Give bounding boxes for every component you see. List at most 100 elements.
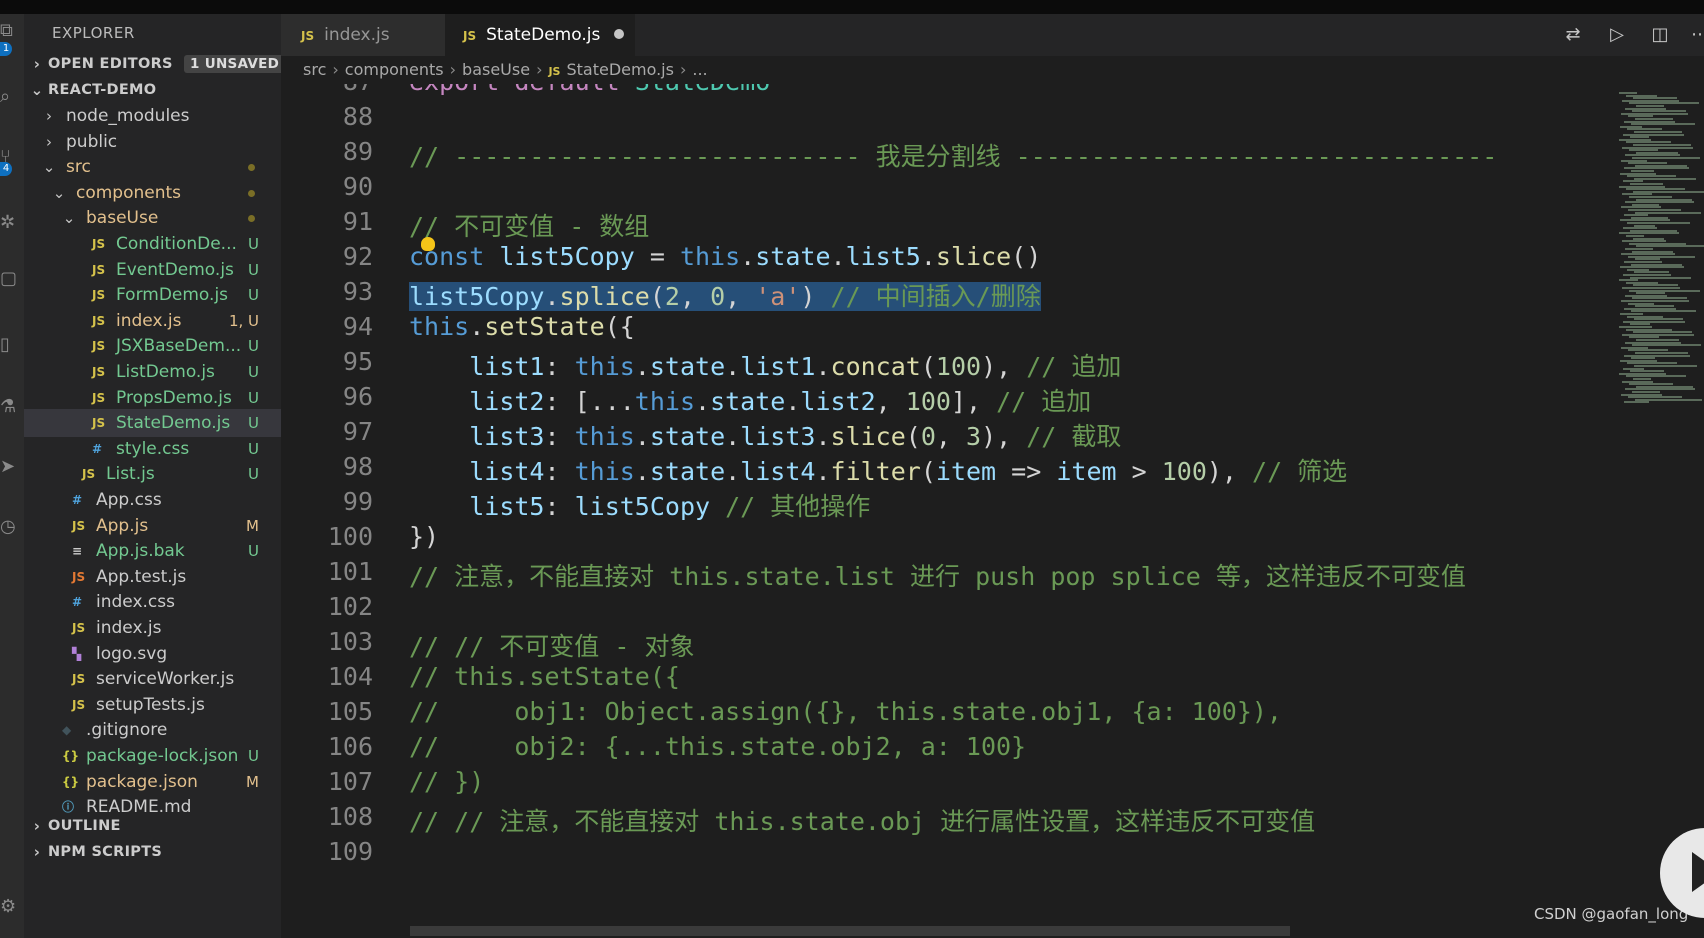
- more-actions-icon[interactable]: ⋯: [1689, 24, 1704, 46]
- line-number: 106: [327, 732, 373, 761]
- remote-icon[interactable]: ▯: [0, 332, 24, 358]
- breadcrumb-src[interactable]: src: [303, 60, 326, 79]
- code-line[interactable]: list2: [...this.state.list2, 100], // 追加: [409, 382, 1091, 418]
- tree-item[interactable]: JS serviceWorker.js: [24, 665, 281, 693]
- tree-item-label: List.js: [106, 464, 155, 485]
- explorer-sidebar: EXPLORER › OPEN EDITORS 1 UNSAVED ⌄ REAC…: [24, 14, 281, 938]
- live-share-icon[interactable]: ➤: [0, 454, 24, 480]
- js-file-icon: JS: [92, 313, 106, 328]
- tree-item[interactable]: ▚ logo.svg: [24, 640, 281, 668]
- git-status-badge: U: [248, 388, 259, 407]
- tree-item[interactable]: JS index.js: [24, 614, 281, 642]
- tree-item[interactable]: › node_modules: [24, 102, 281, 130]
- chevron-right-icon: ›: [46, 107, 52, 125]
- tree-item[interactable]: JS EventDemo.js U: [24, 256, 281, 284]
- split-editor-icon[interactable]: ◫: [1649, 24, 1671, 46]
- line-number: 102: [327, 592, 373, 621]
- tree-item[interactable]: ≡ App.js.bak U: [24, 537, 281, 565]
- code-line[interactable]: const list5Copy = this.state.list5.slice…: [409, 242, 1041, 271]
- code-line[interactable]: list3: this.state.list3.slice(0, 3), // …: [409, 417, 1121, 453]
- tree-item[interactable]: JS ConditionDe... U: [24, 230, 281, 258]
- code-line[interactable]: list4: this.state.list4.filter(item => i…: [409, 452, 1347, 488]
- code-line[interactable]: list5Copy.splice(2, 0, 'a') // 中间插入/删除: [409, 277, 1041, 313]
- git-status-badge: M: [246, 772, 259, 791]
- project-section[interactable]: ⌄ REACT-DEMO: [24, 76, 281, 104]
- tree-item[interactable]: ⌄ baseUse: [24, 204, 281, 232]
- tree-item-label: App.js.bak: [96, 541, 185, 562]
- code-line[interactable]: // --------------------------- 我是分割线 ---…: [409, 137, 1497, 173]
- tree-item[interactable]: # index.css: [24, 588, 281, 616]
- lightbulb-icon[interactable]: [421, 237, 435, 251]
- code-line[interactable]: }): [409, 522, 439, 551]
- tree-item[interactable]: JS FormDemo.js U: [24, 281, 281, 309]
- watermark: CSDN @gaofan_long: [1534, 905, 1689, 923]
- tree-item[interactable]: # App.css: [24, 486, 281, 514]
- breadcrumb-baseuse[interactable]: baseUse: [462, 60, 530, 79]
- tab-statedemo-js[interactable]: JS StateDemo.js: [445, 14, 635, 56]
- code-line[interactable]: // // 注意，不能直接对 this.state.obj 进行属性设置，这样违…: [409, 802, 1315, 838]
- tree-item-label: index.css: [96, 592, 175, 613]
- code-line[interactable]: // // 不可变值 - 对象: [409, 627, 694, 663]
- css-file-icon: #: [72, 493, 83, 507]
- code-line[interactable]: // this.setState({: [409, 662, 680, 691]
- open-editors-section[interactable]: › OPEN EDITORS 1 UNSAVED: [24, 50, 281, 78]
- tree-item[interactable]: {} package-lock.json U: [24, 742, 281, 770]
- tree-item[interactable]: JS setupTests.js: [24, 691, 281, 719]
- testing-icon[interactable]: ⚗: [0, 394, 24, 420]
- tree-item[interactable]: JS JSXBaseDem... U: [24, 332, 281, 360]
- tree-item[interactable]: JS index.js 1, U: [24, 307, 281, 335]
- debug-icon[interactable]: ✲: [0, 210, 24, 236]
- activity-bar: ⧉ 1 ⌕ ⑂ 4 ✲ ▢ ▯ ⚗ ➤ ◷ ⚙: [0, 14, 24, 938]
- tab-index-js[interactable]: JS index.js: [281, 14, 445, 56]
- code-line[interactable]: // 注意，不能直接对 this.state.list 进行 push pop …: [409, 557, 1466, 593]
- tree-item-label: ListDemo.js: [116, 362, 215, 382]
- explorer-icon[interactable]: ⧉: [0, 18, 24, 44]
- minimap[interactable]: [1611, 84, 1704, 938]
- git-status-badge: U: [248, 286, 259, 305]
- js-file-icon: JS: [82, 467, 96, 482]
- code-line[interactable]: // 不可变值 - 数组: [409, 207, 649, 243]
- timeline-icon[interactable]: ◷: [0, 514, 24, 540]
- tree-item[interactable]: {} package.json M: [24, 768, 281, 796]
- npm-scripts-section[interactable]: › NPM SCRIPTS: [24, 838, 281, 866]
- tree-item[interactable]: JS List.js U: [24, 460, 281, 488]
- tree-item[interactable]: ◆ .gitignore: [24, 716, 281, 744]
- extensions-icon[interactable]: ▢: [0, 266, 24, 292]
- tree-item[interactable]: JS App.test.js: [24, 563, 281, 591]
- code-line[interactable]: // obj1: Object.assign({}, this.state.ob…: [409, 697, 1282, 726]
- tree-item[interactable]: JS PropsDemo.js U: [24, 384, 281, 412]
- breadcrumb-file[interactable]: StateDemo.js: [566, 60, 673, 79]
- tree-item[interactable]: ⌄ components: [24, 179, 281, 207]
- tree-item[interactable]: JS StateDemo.js U: [24, 409, 281, 438]
- tree-item[interactable]: ⌄ src: [24, 153, 281, 181]
- search-icon[interactable]: ⌕: [0, 84, 24, 110]
- code-line[interactable]: this.setState({: [409, 312, 635, 341]
- breadcrumb-components[interactable]: components: [345, 60, 444, 79]
- outline-section[interactable]: › OUTLINE: [24, 812, 281, 840]
- explorer-title: EXPLORER: [52, 24, 135, 42]
- compare-changes-icon[interactable]: ⇄: [1562, 24, 1584, 46]
- line-number: 91: [342, 207, 373, 236]
- code-line[interactable]: // obj2: {...this.state.obj2, a: 100}: [409, 732, 1026, 761]
- js-file-icon: JS: [92, 339, 106, 354]
- breadcrumb: src › components › baseUse › JS StateDemo.js ›..…: [281, 56, 1581, 84]
- breadcrumb-symbol[interactable]: ...: [692, 60, 707, 79]
- run-icon[interactable]: ▷: [1606, 24, 1628, 46]
- npm-scripts-label: NPM SCRIPTS: [48, 844, 163, 860]
- code-line[interactable]: list1: this.state.list1.concat(100), // …: [409, 347, 1121, 383]
- chevron-down-icon: ⌄: [42, 158, 56, 177]
- code-line[interactable]: export default StateDemo: [409, 84, 770, 96]
- tree-item-label: App.test.js: [96, 566, 187, 587]
- unsaved-dot-icon[interactable]: [614, 29, 625, 39]
- code-editor[interactable]: 87 88 89 90 91 92 93 94 95 96 97 98 99 100 101 102 103 10…: [281, 84, 1611, 938]
- horizontal-scrollbar[interactable]: [410, 926, 1290, 936]
- css-file-icon: #: [92, 441, 103, 456]
- tree-item[interactable]: # style.css U: [24, 435, 281, 463]
- tree-item[interactable]: › public: [24, 128, 281, 156]
- code-line[interactable]: list5: list5Copy // 其他操作: [409, 487, 870, 523]
- line-number: 90: [342, 172, 373, 201]
- tree-item[interactable]: JS App.js M: [24, 512, 281, 540]
- settings-gear-icon[interactable]: ⚙: [0, 894, 24, 920]
- tree-item[interactable]: JS ListDemo.js U: [24, 358, 281, 386]
- code-line[interactable]: // }): [409, 767, 484, 796]
